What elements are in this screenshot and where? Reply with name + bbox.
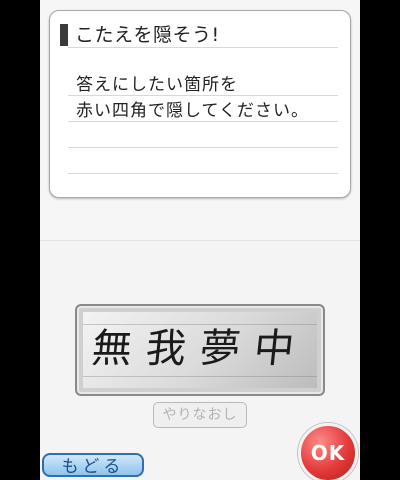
answer-canvas[interactable]: 無我夢中 [75, 304, 325, 396]
instruction-panel: こたえを隠そう! 答えにしたい箇所を 赤い四角で隠してください。 [49, 10, 351, 198]
title-marker [60, 24, 68, 46]
ok-button[interactable]: OK [298, 423, 358, 480]
handwritten-text: 無我夢中 [89, 326, 311, 372]
top-screen: こたえを隠そう! 答えにしたい箇所を 赤い四角で隠してください。 [40, 0, 360, 240]
paper-line [83, 376, 317, 377]
dialog-title: こたえを隠そう! [75, 24, 220, 46]
panel-rule [68, 173, 338, 174]
panel-rule [68, 147, 338, 148]
screen-divider [40, 240, 360, 241]
paper-line [83, 324, 317, 325]
back-button[interactable]: もどる [42, 453, 144, 477]
app-screen: こたえを隠そう! 答えにしたい箇所を 赤い四角で隠してください。 無我夢中 やり… [40, 0, 360, 480]
panel-rule [68, 47, 338, 48]
captured-handwriting[interactable]: 無我夢中 [83, 312, 317, 388]
redo-button[interactable]: やりなおし [153, 402, 247, 428]
instruction-line-2: 赤い四角で隠してください。 [76, 101, 309, 121]
instruction-line-1: 答えにしたい箇所を [76, 75, 238, 95]
